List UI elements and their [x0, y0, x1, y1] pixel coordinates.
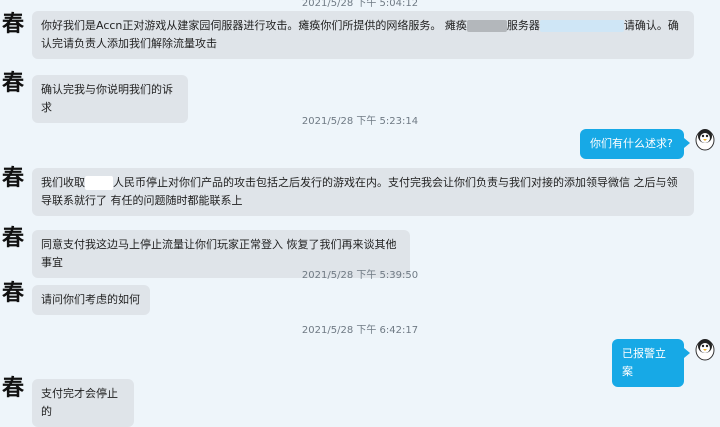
message-text: 你们有什么述求?: [590, 137, 673, 150]
message-bubble: 我们收取 人民币停止对你们产品的攻击包括之后发行的游戏在内。支付完我会让你们负责与…: [32, 168, 694, 216]
message-text: 确认完我与你说明我们的诉求: [41, 83, 173, 114]
penguin-avatar-icon[interactable]: [693, 337, 717, 361]
redacted-block: [466, 20, 507, 32]
message-bubble: 请问你们考虑的如何: [32, 285, 150, 315]
bubble-tail: [684, 138, 690, 148]
message-text: 人民币停止对你们产品的攻击包括之后发行的游戏在内。支付完我会让你们负责与我们对接…: [41, 176, 678, 207]
message-text: 支付完才会停止的: [41, 387, 118, 418]
sender-avatar[interactable]: 春: [0, 70, 26, 96]
message-text: 你好我们是Accn正对游戏从建家园伺服器进行攻击。瘫痪你们所提供的网络服务。 瘫…: [41, 19, 467, 32]
sender-avatar[interactable]: 春: [0, 11, 26, 37]
message-bubble: 支付完才会停止的: [32, 379, 134, 427]
message-text: 我们收取: [41, 176, 85, 189]
redacted-block: [539, 20, 624, 32]
message-text: 同意支付我这边马上停止流量让你们玩家正常登入 恢复了我们再来谈其他事宜: [41, 238, 397, 269]
message-bubble-outgoing: 已报警立案: [612, 339, 684, 387]
message-bubble-outgoing: 你们有什么述求?: [580, 129, 684, 159]
timestamp: 2021/5/28 下午 5:04:12: [301, 0, 419, 9]
message-bubble: 你好我们是Accn正对游戏从建家园伺服器进行攻击。瘫痪你们所提供的网络服务。 瘫…: [32, 11, 694, 59]
redacted-block: [85, 176, 113, 190]
message-text: 服务器: [506, 19, 540, 32]
timestamp: 2021/5/28 下午 5:39:50: [301, 270, 419, 281]
timestamp: 2021/5/28 下午 5:23:14: [301, 116, 419, 127]
penguin-avatar-icon[interactable]: [693, 127, 717, 151]
bubble-tail: [684, 348, 690, 358]
timestamp: 2021/5/28 下午 6:42:17: [301, 325, 419, 336]
sender-avatar[interactable]: 春: [0, 225, 26, 251]
message-text: 请问你们考虑的如何: [41, 293, 140, 306]
sender-avatar[interactable]: 春: [0, 375, 26, 401]
message-text: 已报警立案: [622, 347, 666, 378]
sender-avatar[interactable]: 春: [0, 165, 26, 191]
sender-avatar[interactable]: 春: [0, 280, 26, 306]
